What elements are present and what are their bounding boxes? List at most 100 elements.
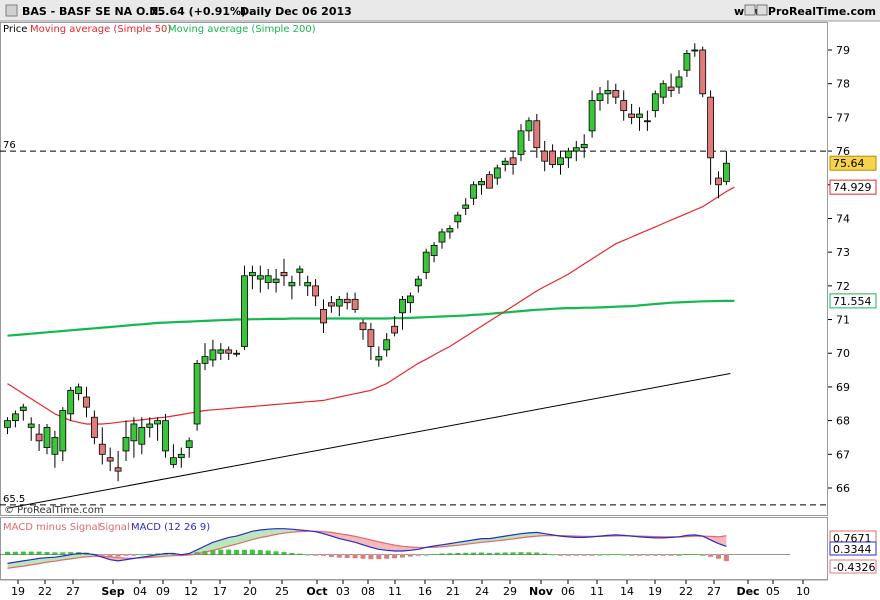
candle-body (422, 251, 430, 273)
macd-histogram-bar (107, 554, 113, 557)
candle-body (462, 204, 470, 209)
candle-body (541, 150, 549, 162)
legend-macd: MACD (12 26 9) (131, 522, 210, 533)
macd-histogram-bar (455, 552, 461, 555)
symbol-title: BAS - BASF SE NA O.N. (22, 5, 163, 18)
candle-body (130, 423, 138, 442)
macd-histogram-bar (352, 554, 358, 559)
macd-histogram-bar (471, 552, 477, 555)
window-min-button[interactable] (744, 4, 756, 16)
macd-histogram-bar (542, 553, 548, 555)
macd-histogram-bar (407, 554, 413, 557)
candle-body (478, 180, 485, 186)
macd-histogram-bar (60, 552, 66, 555)
candle-body (27, 423, 35, 428)
x-tick-label: 12 (184, 585, 198, 598)
legend-ma50: Moving average (Simple 50) (30, 24, 171, 35)
macd-histogram-bar (700, 554, 706, 556)
x-tick-label: 21 (446, 585, 460, 598)
price-axis (828, 22, 880, 516)
candle-body (225, 349, 233, 354)
candle-body (114, 467, 122, 472)
candle-body (296, 268, 304, 273)
y-tick-label: 79 (836, 44, 850, 57)
candle-body (91, 416, 98, 438)
candle-body (35, 433, 43, 442)
macd-histogram-bar (526, 552, 532, 555)
candle-body (83, 396, 90, 408)
candle-body (4, 420, 11, 428)
macd-histogram-bar (637, 554, 642, 556)
candle-body (549, 150, 556, 165)
y-tick-label: 69 (836, 381, 850, 394)
macd-histogram-bar (384, 554, 390, 559)
macd-histogram-bar (368, 554, 374, 560)
candle-body (264, 275, 272, 283)
x-tick-label: 03 (336, 585, 350, 598)
candle-body (248, 271, 256, 277)
window-max-button[interactable] (756, 4, 768, 16)
x-tick-label: 17 (213, 585, 227, 598)
candle-body (359, 322, 367, 331)
macd-histogram-bar (431, 553, 437, 555)
macd-histogram-bar (613, 554, 619, 556)
candle-body (272, 278, 280, 283)
x-tick-label: 27 (66, 585, 80, 598)
macd-histogram-bar (581, 554, 587, 556)
macd-histogram-bar (494, 552, 500, 555)
x-tick-label: 19 (648, 585, 662, 598)
macd-histogram-bar (439, 553, 445, 555)
macd-histogram-bar (28, 551, 34, 555)
y-tick-label: 72 (836, 280, 850, 293)
candle-body (620, 100, 628, 112)
candle-body (367, 329, 375, 347)
macd-histogram-bar (336, 554, 342, 558)
candle-body (580, 143, 588, 149)
x-tick-label: 20 (243, 585, 257, 598)
candle-body (169, 457, 177, 465)
macd-histogram-bar (479, 552, 484, 555)
macd-histogram-bar (131, 554, 137, 556)
candle-body (596, 93, 604, 101)
y-tick-label: 77 (836, 111, 850, 124)
candle-body (683, 52, 691, 71)
macd-histogram-bar (447, 553, 453, 555)
macd-histogram-bar (321, 554, 326, 556)
x-tick-label: 19 (11, 585, 25, 598)
candle-body (343, 298, 351, 304)
macd-histogram-bar (558, 554, 563, 556)
macd-histogram-bar (265, 550, 271, 555)
x-tick-label: 04 (133, 585, 147, 598)
candle-body (233, 352, 241, 355)
macd-histogram-bar (273, 551, 279, 555)
candle-body (280, 271, 288, 277)
candle-body (470, 184, 478, 199)
macd-histogram-bar (249, 549, 255, 555)
candle-body (98, 443, 106, 455)
y-tick-label: 78 (836, 78, 850, 91)
candle-body (557, 157, 564, 165)
y-tick-label: 74 (836, 212, 850, 225)
candle-body (51, 437, 59, 455)
x-tick-label: 08 (361, 585, 375, 598)
candle-body (509, 157, 517, 165)
x-tick-label: 14 (620, 585, 634, 598)
macd-histogram-bar (5, 551, 10, 555)
candle-body (288, 282, 296, 287)
macd-histogram-bar (605, 554, 611, 556)
candle-body (217, 349, 225, 354)
macd-histogram-bar (518, 552, 524, 555)
candle-body (430, 245, 438, 256)
candle-body (612, 90, 620, 98)
candle-body (351, 298, 359, 310)
ma200-tag: 71.554 (833, 295, 872, 308)
candle-body (256, 275, 264, 280)
x-tick-label: Sep (101, 585, 124, 598)
macd-histogram-bar (305, 554, 311, 556)
x-tick-label: 09 (156, 585, 170, 598)
y-tick-label: 67 (836, 448, 850, 461)
macd-histogram-bar (234, 549, 240, 555)
macd-histogram-bar (289, 552, 295, 555)
x-tick-label: Nov (529, 585, 554, 598)
candle-body (312, 285, 320, 297)
